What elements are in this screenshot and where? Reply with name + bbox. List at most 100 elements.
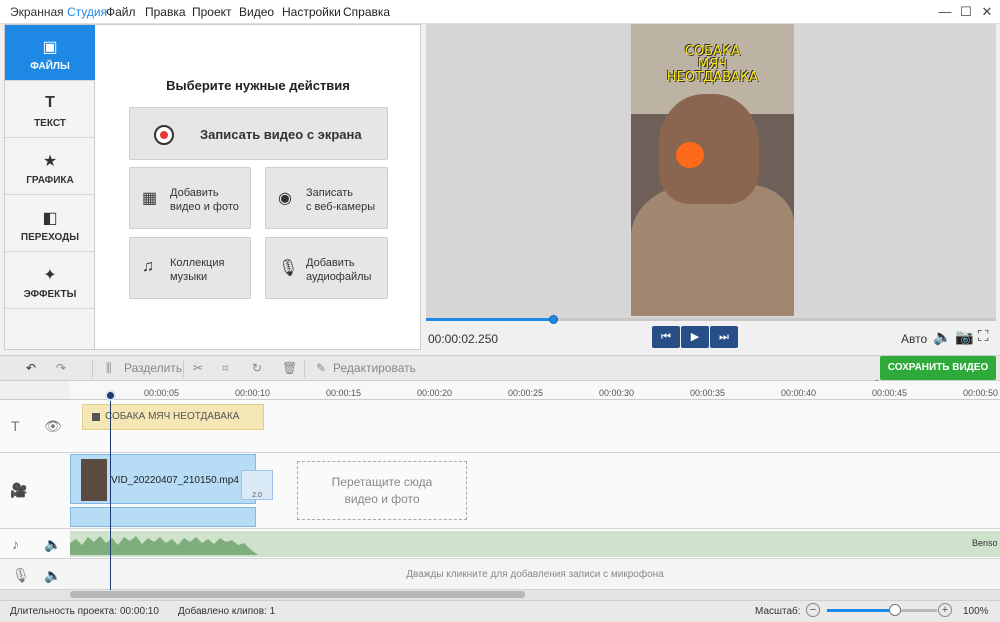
clips-count: Добавлено клипов: 1 — [178, 606, 276, 617]
audio-waveform — [70, 536, 258, 555]
menu-edit[interactable]: Правка — [145, 5, 186, 19]
ruler-tick: 00:00:30 — [599, 388, 635, 398]
next-frame-button[interactable]: ⏭ — [710, 326, 738, 348]
menu-file[interactable]: Файл — [106, 5, 136, 19]
transitions-icon: ◧ — [42, 210, 58, 227]
mic-track-hint: Дважды кликните для добавления записи с … — [406, 569, 664, 580]
transition-slot[interactable]: 2.0 — [241, 470, 273, 500]
actions-title: Выберите нужные действия — [166, 78, 350, 93]
play-button[interactable]: ▶ — [681, 326, 709, 348]
redo-icon[interactable]: ↷ — [56, 361, 66, 375]
record-screen-label: Записать видео с экрана — [200, 127, 362, 142]
webcam-icon: ◉ — [278, 190, 292, 207]
eye-icon[interactable]: 👁 — [44, 418, 62, 435]
duration-label: Длительность проекта: — [10, 606, 117, 617]
sidebar-item-label: ЭФФЕКТЫ — [23, 289, 77, 300]
magic-wand-icon: ✦ — [43, 267, 57, 284]
sidebar-item-text[interactable]: T ТЕКСТ — [5, 82, 95, 138]
video-scene-dog — [659, 94, 759, 204]
speaker-icon[interactable]: 🔈 — [44, 536, 61, 553]
microphone-track-icon: 🎙 — [12, 567, 30, 583]
playhead-handle[interactable] — [105, 390, 116, 401]
video-clip-name: VID_20220407_210150.mp4 — [111, 475, 239, 486]
text-icon: T — [45, 94, 55, 111]
delete-icon[interactable]: 🗑 — [282, 361, 297, 375]
ruler-spacer — [0, 381, 70, 400]
media-panel: ▣ ФАЙЛЫ T ТЕКСТ ★ ГРАФИКА ◧ ПЕРЕХОДЫ ✦ Э… — [4, 24, 421, 350]
ruler-tick: 00:00:10 — [235, 388, 271, 398]
cut-icon[interactable]: ✂ — [193, 361, 203, 375]
ruler-tick: 00:00:05 — [144, 388, 180, 398]
playback-progress-handle[interactable] — [548, 315, 558, 324]
divider — [92, 360, 93, 378]
sidebar-item-label: ПЕРЕХОДЫ — [20, 232, 80, 243]
webcam-record-button[interactable]: ◉ Записать с веб-камеры — [265, 167, 388, 229]
fullscreen-icon[interactable]: ⛶ — [978, 328, 989, 345]
webcam-record-label: Записать с веб-камеры — [306, 187, 376, 213]
record-screen-button[interactable]: Записать видео с экрана — [129, 107, 388, 160]
camera-icon[interactable]: 📷 — [955, 328, 974, 346]
timeline-scrollbar-thumb[interactable] — [70, 591, 525, 598]
zoom-in-button[interactable]: + — [938, 603, 952, 617]
music-clip-name: Benso — [972, 538, 998, 548]
sidebar-item-transitions[interactable]: ◧ ПЕРЕХОДЫ — [5, 196, 95, 252]
undo-icon[interactable]: ↶ — [26, 361, 36, 375]
video-preview[interactable]: СОБАКА МЯЧ НЕОТДАВАКА — [426, 24, 996, 318]
video-clip-audio[interactable] — [70, 507, 256, 527]
ruler-tick: 00:00:50 — [963, 388, 999, 398]
sidebar: ▣ ФАЙЛЫ T ТЕКСТ ★ ГРАФИКА ◧ ПЕРЕХОДЫ ✦ Э… — [5, 25, 95, 349]
timeline-ruler[interactable]: 00:00:05 00:00:10 00:00:15 00:00:20 00:0… — [70, 381, 1000, 400]
sidebar-item-label: ГРАФИКА — [26, 175, 74, 186]
video-thumbnail — [81, 459, 107, 501]
video-clip[interactable]: VID_20220407_210150.mp4 — [70, 454, 256, 504]
sidebar-item-graphics[interactable]: ★ ГРАФИКА — [5, 139, 95, 195]
add-media-button[interactable]: ▦ Добавить видео и фото — [129, 167, 251, 229]
playback-progress-fill — [426, 318, 554, 321]
video-track-icon: 🎥 — [10, 482, 28, 498]
save-video-button[interactable]: СОХРАНИТЬ ВИДЕО — [880, 356, 996, 380]
menu-settings[interactable]: Настройки — [282, 5, 341, 19]
music-collection-button[interactable]: ♫ Коллекция музыки — [129, 237, 251, 299]
quality-auto-label[interactable]: Авто — [901, 332, 927, 346]
rotate-icon[interactable]: ↻ — [252, 361, 262, 375]
video-frame: СОБАКА МЯЧ НЕОТДАВАКА — [631, 24, 794, 316]
app-title: Экранная Студия — [10, 5, 108, 19]
sidebar-item-files[interactable]: ▣ ФАЙЛЫ — [5, 25, 95, 81]
drop-zone[interactable]: Перетащите сюда видео и фото — [297, 461, 467, 520]
edit-button[interactable]: Редактировать — [333, 361, 416, 375]
ruler-tick: 00:00:15 — [326, 388, 362, 398]
zoom-out-button[interactable]: − — [806, 603, 820, 617]
ruler-tick: 00:00:45 — [872, 388, 908, 398]
timecode: 00:00:02.250 — [428, 332, 499, 346]
minimize-button[interactable]: — — [936, 3, 954, 21]
split-button[interactable]: Разделить — [124, 361, 182, 375]
sidebar-item-label: ФАЙЛЫ — [30, 61, 70, 72]
divider — [183, 360, 184, 378]
speaker-icon[interactable]: 🔈 — [44, 567, 61, 584]
music-list-icon: ♫ — [142, 258, 154, 275]
close-button[interactable]: ✕ — [978, 3, 996, 21]
star-icon: ★ — [42, 153, 58, 170]
previous-frame-button[interactable]: ⏮ — [652, 326, 680, 348]
menu-project[interactable]: Проект — [192, 5, 232, 19]
menu-video[interactable]: Видео — [239, 5, 274, 19]
menu-help[interactable]: Справка — [343, 5, 390, 19]
video-overlay-text: СОБАКА МЯЧ НЕОТДАВАКА — [631, 45, 794, 84]
ruler-tick: 00:00:40 — [781, 388, 817, 398]
sidebar-item-label: ТЕКСТ — [34, 118, 66, 129]
volume-icon[interactable]: 🔈 — [933, 328, 952, 346]
split-icon[interactable]: ⫼ — [106, 361, 112, 376]
add-audio-label: Добавить аудиофайлы — [306, 257, 372, 283]
ruler-tick: 00:00:35 — [690, 388, 726, 398]
zoom-slider-fill — [827, 609, 896, 612]
add-audio-button[interactable]: 🎙 Добавить аудиофайлы — [265, 237, 388, 299]
sidebar-item-effects[interactable]: ✦ ЭФФЕКТЫ — [5, 253, 95, 309]
edit-icon[interactable]: ✎ — [316, 361, 326, 375]
maximize-button[interactable]: ☐ — [957, 3, 975, 21]
record-icon — [154, 125, 174, 145]
crop-icon[interactable]: ⌗ — [222, 361, 229, 376]
zoom-label: Масштаб: — [755, 606, 801, 617]
add-media-label: Добавить видео и фото — [170, 187, 239, 213]
ruler-tick: 00:00:25 — [508, 388, 544, 398]
text-track-icon: T — [11, 418, 20, 434]
